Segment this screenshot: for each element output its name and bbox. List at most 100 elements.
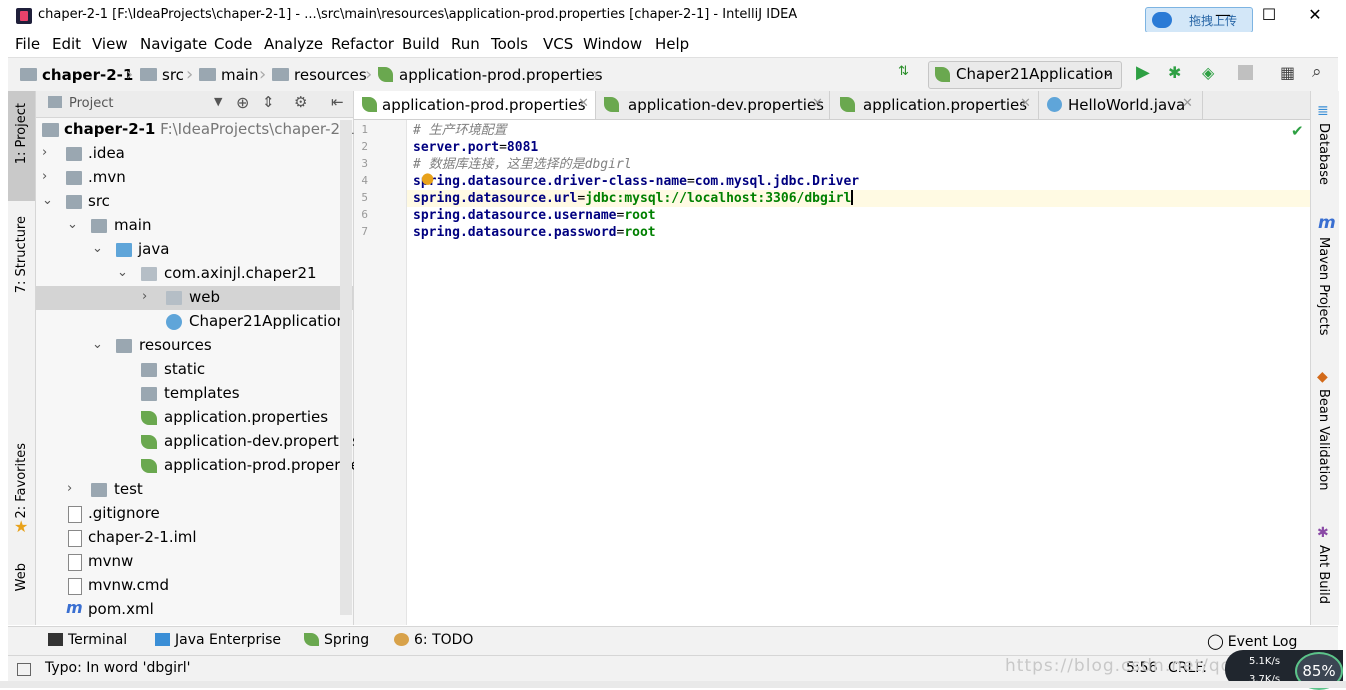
folder-icon — [141, 387, 157, 401]
bottom-tool-bar: Terminal Java Enterprise Spring 6: TODO … — [8, 626, 1338, 655]
menu-build[interactable]: Build — [402, 35, 440, 53]
tree-item-label: .gitignore — [88, 504, 160, 522]
tree-item[interactable]: › test — [36, 478, 353, 502]
lightbulb-icon[interactable]: ● — [421, 169, 434, 187]
menu-help[interactable]: Help — [655, 35, 689, 53]
inspection-ok-icon[interactable]: ✔ — [1291, 122, 1304, 140]
breadcrumb-project[interactable]: chaper-2-1 — [20, 66, 133, 84]
property-key: spring.datasource.url — [413, 191, 578, 206]
breadcrumb-src[interactable]: src — [140, 66, 184, 84]
project-structure-icon[interactable]: ▦ — [1280, 63, 1295, 82]
menu-tools[interactable]: Tools — [491, 35, 528, 53]
tree-item[interactable]: static — [36, 358, 353, 382]
hide-panel-icon[interactable]: ⇤ — [331, 93, 344, 111]
tool-java-enterprise[interactable]: Java Enterprise — [155, 632, 281, 648]
tree-item[interactable]: application-dev.properties — [36, 430, 360, 454]
tool-project[interactable]: 1: Project — [14, 103, 29, 164]
intellij-app-icon — [16, 8, 32, 24]
tree-item[interactable]: ⌄ resources — [36, 334, 353, 358]
tool-favorites[interactable]: 2: Favorites — [14, 443, 29, 519]
tree-item[interactable]: ⌄ java — [36, 238, 353, 262]
tab-helloworld[interactable]: HelloWorld.java ✕ — [1039, 91, 1203, 119]
breadcrumb-resources[interactable]: resources — [272, 66, 367, 84]
tree-item[interactable]: Chaper21Application — [36, 310, 353, 334]
tree-item[interactable]: application-prod.properties — [36, 454, 368, 478]
tree-item-selected[interactable]: › web — [36, 286, 353, 310]
tree-item[interactable]: ⌄ src — [36, 190, 353, 214]
close-button[interactable]: ✕ — [1300, 4, 1330, 26]
toggle-tool-windows-icon[interactable] — [17, 663, 31, 676]
tree-item-label: .mvn — [88, 168, 126, 186]
menu-refactor[interactable]: Refactor — [331, 35, 394, 53]
tool-ant-build[interactable]: Ant Build — [1316, 545, 1331, 604]
breadcrumb-main[interactable]: main — [199, 66, 258, 84]
class-icon — [1047, 97, 1062, 112]
tree-item[interactable]: › .idea — [36, 142, 353, 166]
tool-event-log[interactable]: ◯ Event Log — [1207, 632, 1297, 650]
tool-bean-validation[interactable]: Bean Validation — [1316, 389, 1331, 490]
minimize-button[interactable]: — — [1208, 4, 1238, 26]
tool-structure[interactable]: 7: Structure — [14, 216, 29, 293]
debug-icon[interactable]: ✱ — [1168, 63, 1181, 82]
tree-item[interactable]: chaper-2-1.iml — [36, 526, 353, 550]
menu-bar: File Edit View Navigate Code Analyze Ref… — [0, 32, 1346, 56]
code-line: spring.datasource.password=root — [413, 224, 656, 241]
tree-item-label: web — [189, 288, 221, 306]
coverage-icon[interactable]: ◈ — [1202, 63, 1214, 82]
gear-icon[interactable]: ⚙ — [294, 93, 307, 111]
tree-item[interactable]: mvnw.cmd — [36, 574, 353, 598]
tree-item[interactable]: application.properties — [36, 406, 353, 430]
tool-label: Java Enterprise — [175, 632, 282, 648]
tool-spring[interactable]: Spring — [304, 632, 369, 648]
tree-root[interactable]: ⌄ chaper-2-1 F:\IdeaProjects\chaper-2-1 — [36, 118, 355, 142]
menu-edit[interactable]: Edit — [52, 35, 81, 53]
tool-maven-projects[interactable]: Maven Projects — [1316, 237, 1331, 336]
tree-item[interactable]: › .mvn — [36, 166, 353, 190]
close-icon[interactable]: ✕ — [1020, 96, 1031, 111]
breadcrumb-file[interactable]: application-prod.properties — [378, 66, 603, 84]
run-config-dropdown[interactable]: Chaper21Application ⌄ — [928, 61, 1122, 89]
tree-item[interactable]: ⌄ com.axinjl.chaper21 — [36, 262, 353, 286]
stop-icon[interactable] — [1238, 65, 1253, 80]
tree-item-label: application.properties — [164, 408, 329, 426]
menu-run[interactable]: Run — [451, 35, 480, 53]
spring-leaf-icon — [141, 459, 157, 473]
close-icon[interactable]: ✕ — [812, 96, 823, 111]
tree-item[interactable]: ⌄ main — [36, 214, 353, 238]
chevron-down-icon[interactable]: ▼ — [214, 95, 222, 108]
collapse-all-icon[interactable]: ⇕ — [262, 93, 275, 111]
locate-icon[interactable]: ⊕ — [236, 93, 249, 112]
tab-application-dev[interactable]: application-dev.properties ✕ — [596, 91, 830, 119]
maximize-button[interactable]: ☐ — [1254, 4, 1284, 26]
project-scrollbar[interactable] — [340, 120, 352, 615]
menu-navigate[interactable]: Navigate — [140, 35, 207, 53]
tree-item[interactable]: templates — [36, 382, 353, 406]
menu-code[interactable]: Code — [214, 35, 252, 53]
code-editor[interactable]: # 生产环境配置 server.port=8081 # 数据库连接，这里选择的是… — [407, 120, 1310, 625]
tree-item[interactable]: .gitignore — [36, 502, 353, 526]
search-icon[interactable]: ⌕ — [1312, 62, 1322, 82]
tool-label: 6: TODO — [414, 632, 474, 648]
menu-file[interactable]: File — [15, 35, 40, 53]
sort-icon[interactable]: ⇅ — [898, 64, 909, 79]
tool-database[interactable]: Database — [1316, 123, 1331, 185]
run-icon[interactable]: ▶ — [1136, 62, 1150, 83]
tree-item[interactable]: mvnw — [36, 550, 353, 574]
tool-web[interactable]: Web — [14, 563, 29, 591]
editor-gutter: 1 2 3 4 5 6 7 — [354, 120, 407, 625]
maven-icon: m — [66, 598, 83, 617]
tree-item-label: templates — [164, 384, 240, 402]
tool-todo[interactable]: 6: TODO — [394, 632, 473, 648]
menu-vcs[interactable]: VCS — [543, 35, 573, 53]
menu-analyze[interactable]: Analyze — [264, 35, 323, 53]
property-key: server.port — [413, 140, 500, 155]
close-icon[interactable]: ✕ — [1182, 96, 1193, 111]
close-icon[interactable]: ✕ — [578, 96, 589, 111]
breadcrumb-separator-icon: › — [259, 64, 267, 85]
tab-application[interactable]: application.properties ✕ — [830, 91, 1039, 119]
tab-application-prod[interactable]: application-prod.properties ✕ — [354, 91, 596, 119]
menu-window[interactable]: Window — [583, 35, 642, 53]
tree-item[interactable]: m pom.xml — [36, 598, 353, 622]
tool-terminal[interactable]: Terminal — [48, 632, 127, 648]
menu-view[interactable]: View — [92, 35, 128, 53]
